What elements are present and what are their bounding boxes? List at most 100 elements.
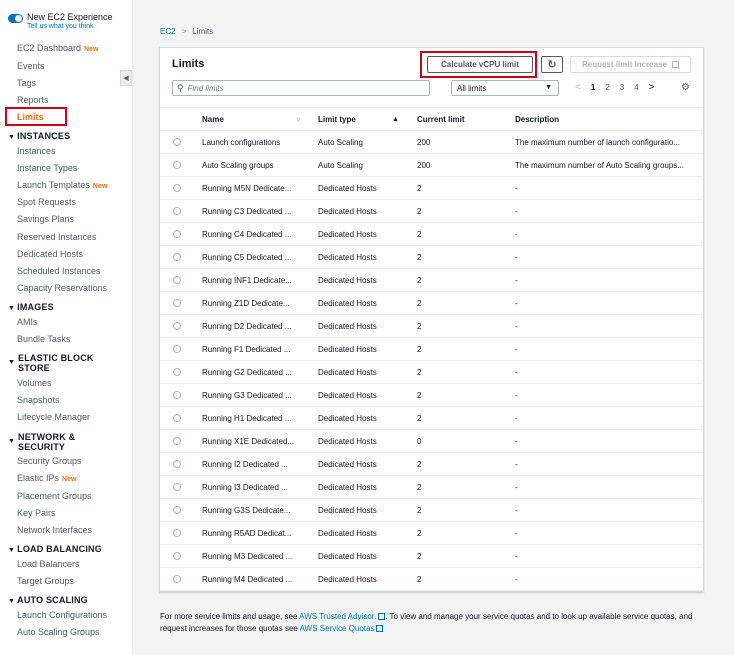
section-images-header[interactable]: ▼ IMAGES [8,302,54,314]
table-row[interactable]: Running M5N Dedicate... Dedicated Hosts 2- [160,176,703,200]
sidebar-item-placement-groups[interactable]: Placement Groups [17,491,92,502]
table-row[interactable]: Running C4 Dedicated ... Dedicated Hosts 2… [160,222,703,246]
section-network-header[interactable]: ▼ NETWORK & SECURITY [8,432,98,452]
service-quotas-link[interactable]: AWS Service Quotas [300,624,375,633]
row-radio-button[interactable] [173,437,181,446]
table-row[interactable]: Running G3 Dedicated ... Dedicated Hosts 2… [160,383,703,407]
table-row[interactable]: Launch configurations Auto Scaling 200 The … [160,130,703,154]
row-radio-button[interactable] [173,391,181,400]
table-row[interactable]: Running D2 Dedicated ... Dedicated Hosts 2… [160,314,703,338]
table-row[interactable]: Running Z1D Dedicate... Dedicated Hosts 2- [160,291,703,315]
gear-icon[interactable]: ⚙ [681,82,690,93]
sort-icon: ▿ [296,117,300,124]
row-radio-button[interactable] [173,299,181,308]
sidebar-item-snapshots[interactable]: Snapshots [17,395,60,406]
chevron-left-icon[interactable]: < [575,82,581,93]
table-row[interactable]: Running R5AD Dedicat... Dedicated Hosts 2- [160,521,703,545]
sidebar-item-scheduled-instances[interactable]: Scheduled Instances [17,266,101,277]
row-radio-button[interactable] [173,276,181,285]
refresh-button[interactable]: ↻ [541,56,563,73]
sidebar-item-label: Launch Templates [17,180,90,190]
sidebar-item-launch-configurations[interactable]: Launch Configurations [17,610,107,621]
row-radio-button[interactable] [173,460,181,469]
table-row[interactable]: Running INF1 Dedicate... Dedicated Hosts 2… [160,268,703,292]
sidebar-item-reports[interactable]: Reports [17,95,49,106]
column-header-current-limit[interactable]: Current limit [405,107,503,131]
sidebar-item-instance-types[interactable]: Instance Types [17,163,77,174]
trusted-advisor-link[interactable]: AWS Trusted Advisor. [299,612,376,621]
breadcrumb-ec2-link[interactable]: EC2 [160,27,176,36]
limits-filter-select[interactable]: All limits ▼ [451,80,559,96]
row-radio-button[interactable] [173,207,181,216]
table-row[interactable]: Running I3 Dedicated ... Dedicated Hosts 2… [160,475,703,499]
row-radio-button[interactable] [173,161,181,170]
new-experience-toggle-row[interactable]: New EC2 Experience Tell us what you thin… [8,12,113,32]
sidebar-item-load-balancers[interactable]: Load Balancers [17,559,80,570]
feedback-link[interactable]: Tell us what you think [27,22,113,32]
page-3-button[interactable]: 3 [620,83,624,92]
sidebar-item-savings-plans[interactable]: Savings Plans [17,214,74,225]
page-1-button[interactable]: 1 [591,83,595,92]
request-limit-increase-button[interactable]: Request limit increase [570,56,691,73]
sidebar-item-spot-requests[interactable]: Spot Requests [17,197,76,208]
sidebar-item-key-pairs[interactable]: Key Pairs [17,508,56,519]
search-input[interactable] [187,83,408,93]
sidebar-item-network-interfaces[interactable]: Network Interfaces [17,525,92,536]
name-cell: Running M4 Dedicated ... [190,567,306,591]
sidebar-item-amis[interactable]: AMIs [17,317,38,328]
sidebar-item-dedicated-hosts[interactable]: Dedicated Hosts [17,249,83,260]
row-radio-button[interactable] [173,483,181,492]
table-row[interactable]: Running G2 Dedicated ... Dedicated Hosts 2… [160,360,703,384]
sidebar-item-capacity-reservations[interactable]: Capacity Reservations [17,283,107,294]
row-radio-button[interactable] [173,414,181,423]
table-row[interactable]: Running H1 Dedicated ... Dedicated Hosts 2… [160,406,703,430]
table-row[interactable]: Running I2 Dedicated ... Dedicated Hosts 2… [160,452,703,476]
sidebar-item-events[interactable]: Events [17,61,45,72]
sidebar-item-lifecycle-manager[interactable]: Lifecycle Manager [17,412,90,423]
row-radio-button[interactable] [173,552,181,561]
collapse-sidebar-button[interactable]: ◀ [120,70,132,86]
row-radio-button[interactable] [173,575,181,584]
chevron-right-icon[interactable]: > [649,82,655,93]
section-ebs-header[interactable]: ▼ ELASTIC BLOCK STORE [8,353,98,373]
current-limit-cell: 2 [405,268,503,292]
sidebar-item-reserved-instances[interactable]: Reserved Instances [17,232,97,243]
table-row[interactable]: Running G3S Dedicate... Dedicated Hosts 2- [160,498,703,522]
sidebar-item-instances[interactable]: Instances [17,146,56,157]
sidebar-item-security-groups[interactable]: Security Groups [17,456,82,467]
toggle-icon[interactable] [8,14,23,23]
search-box[interactable]: ⚲ [172,80,430,96]
table-row[interactable]: Running X1E Dedicated... Dedicated Hosts 0… [160,429,703,453]
row-radio-button[interactable] [173,529,181,538]
row-radio-button[interactable] [173,322,181,331]
table-row[interactable]: Running F1 Dedicated ... Dedicated Hosts 2… [160,337,703,361]
section-instances-header[interactable]: ▼ INSTANCES [8,131,70,143]
row-radio-button[interactable] [173,345,181,354]
table-row[interactable]: Running C5 Dedicated ... Dedicated Hosts 2… [160,245,703,269]
section-load-balancing-header[interactable]: ▼ LOAD BALANCING [8,544,102,556]
sidebar-item-launch-templates[interactable]: Launch Templates New [17,180,107,192]
column-header-limit-type[interactable]: Limit type ▲ [306,107,405,131]
sidebar-item-elastic-ips[interactable]: Elastic IPs New [17,473,76,485]
row-radio-button[interactable] [173,253,181,262]
sidebar-item-ec2-dashboard[interactable]: EC2 Dashboard New [17,43,98,55]
page-2-button[interactable]: 2 [605,83,609,92]
sidebar-item-auto-scaling-groups[interactable]: Auto Scaling Groups [17,627,100,638]
table-row[interactable]: Auto Scaling groups Auto Scaling 200 The ma… [160,153,703,177]
sidebar-item-volumes[interactable]: Volumes [17,378,52,389]
sidebar-item-target-groups[interactable]: Target Groups [17,576,74,587]
row-radio-button[interactable] [173,230,181,239]
row-radio-button[interactable] [173,506,181,515]
column-header-description[interactable]: Description [503,107,703,131]
table-row[interactable]: Running M3 Dedicated ... Dedicated Hosts 2… [160,544,703,568]
row-radio-button[interactable] [173,138,181,147]
section-auto-scaling-header[interactable]: ▼ AUTO SCALING [8,595,88,607]
row-radio-button[interactable] [173,184,181,193]
row-radio-button[interactable] [173,368,181,377]
table-row[interactable]: Running M4 Dedicated ... Dedicated Hosts 2… [160,567,703,591]
column-header-name[interactable]: Name ▿ [190,107,306,131]
sidebar-item-bundle-tasks[interactable]: Bundle Tasks [17,334,70,345]
table-row[interactable]: Running C3 Dedicated ... Dedicated Hosts 2… [160,199,703,223]
page-4-button[interactable]: 4 [634,83,638,92]
sidebar-item-tags[interactable]: Tags [17,78,36,89]
